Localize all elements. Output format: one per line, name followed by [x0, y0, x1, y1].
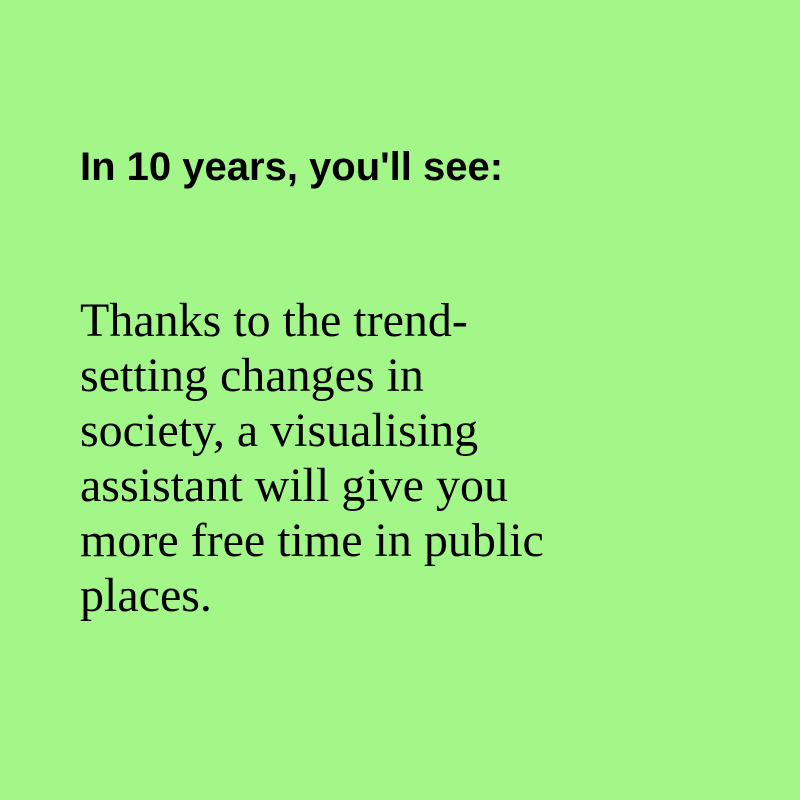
- body-line: setting changes in: [80, 349, 424, 402]
- body-line: assistant will give you: [80, 459, 508, 512]
- body-line: society, a visualising: [80, 404, 479, 457]
- headline: In 10 years, you'll see:: [80, 145, 504, 189]
- body-line: Thanks to the trend-: [80, 294, 468, 347]
- quote-card: In 10 years, you'll see: Thanks to the t…: [0, 0, 800, 800]
- body-line: more free time in public: [80, 514, 544, 567]
- body-text: Thanks to the trend- setting changes in …: [80, 293, 700, 623]
- body-line: places.: [80, 569, 212, 622]
